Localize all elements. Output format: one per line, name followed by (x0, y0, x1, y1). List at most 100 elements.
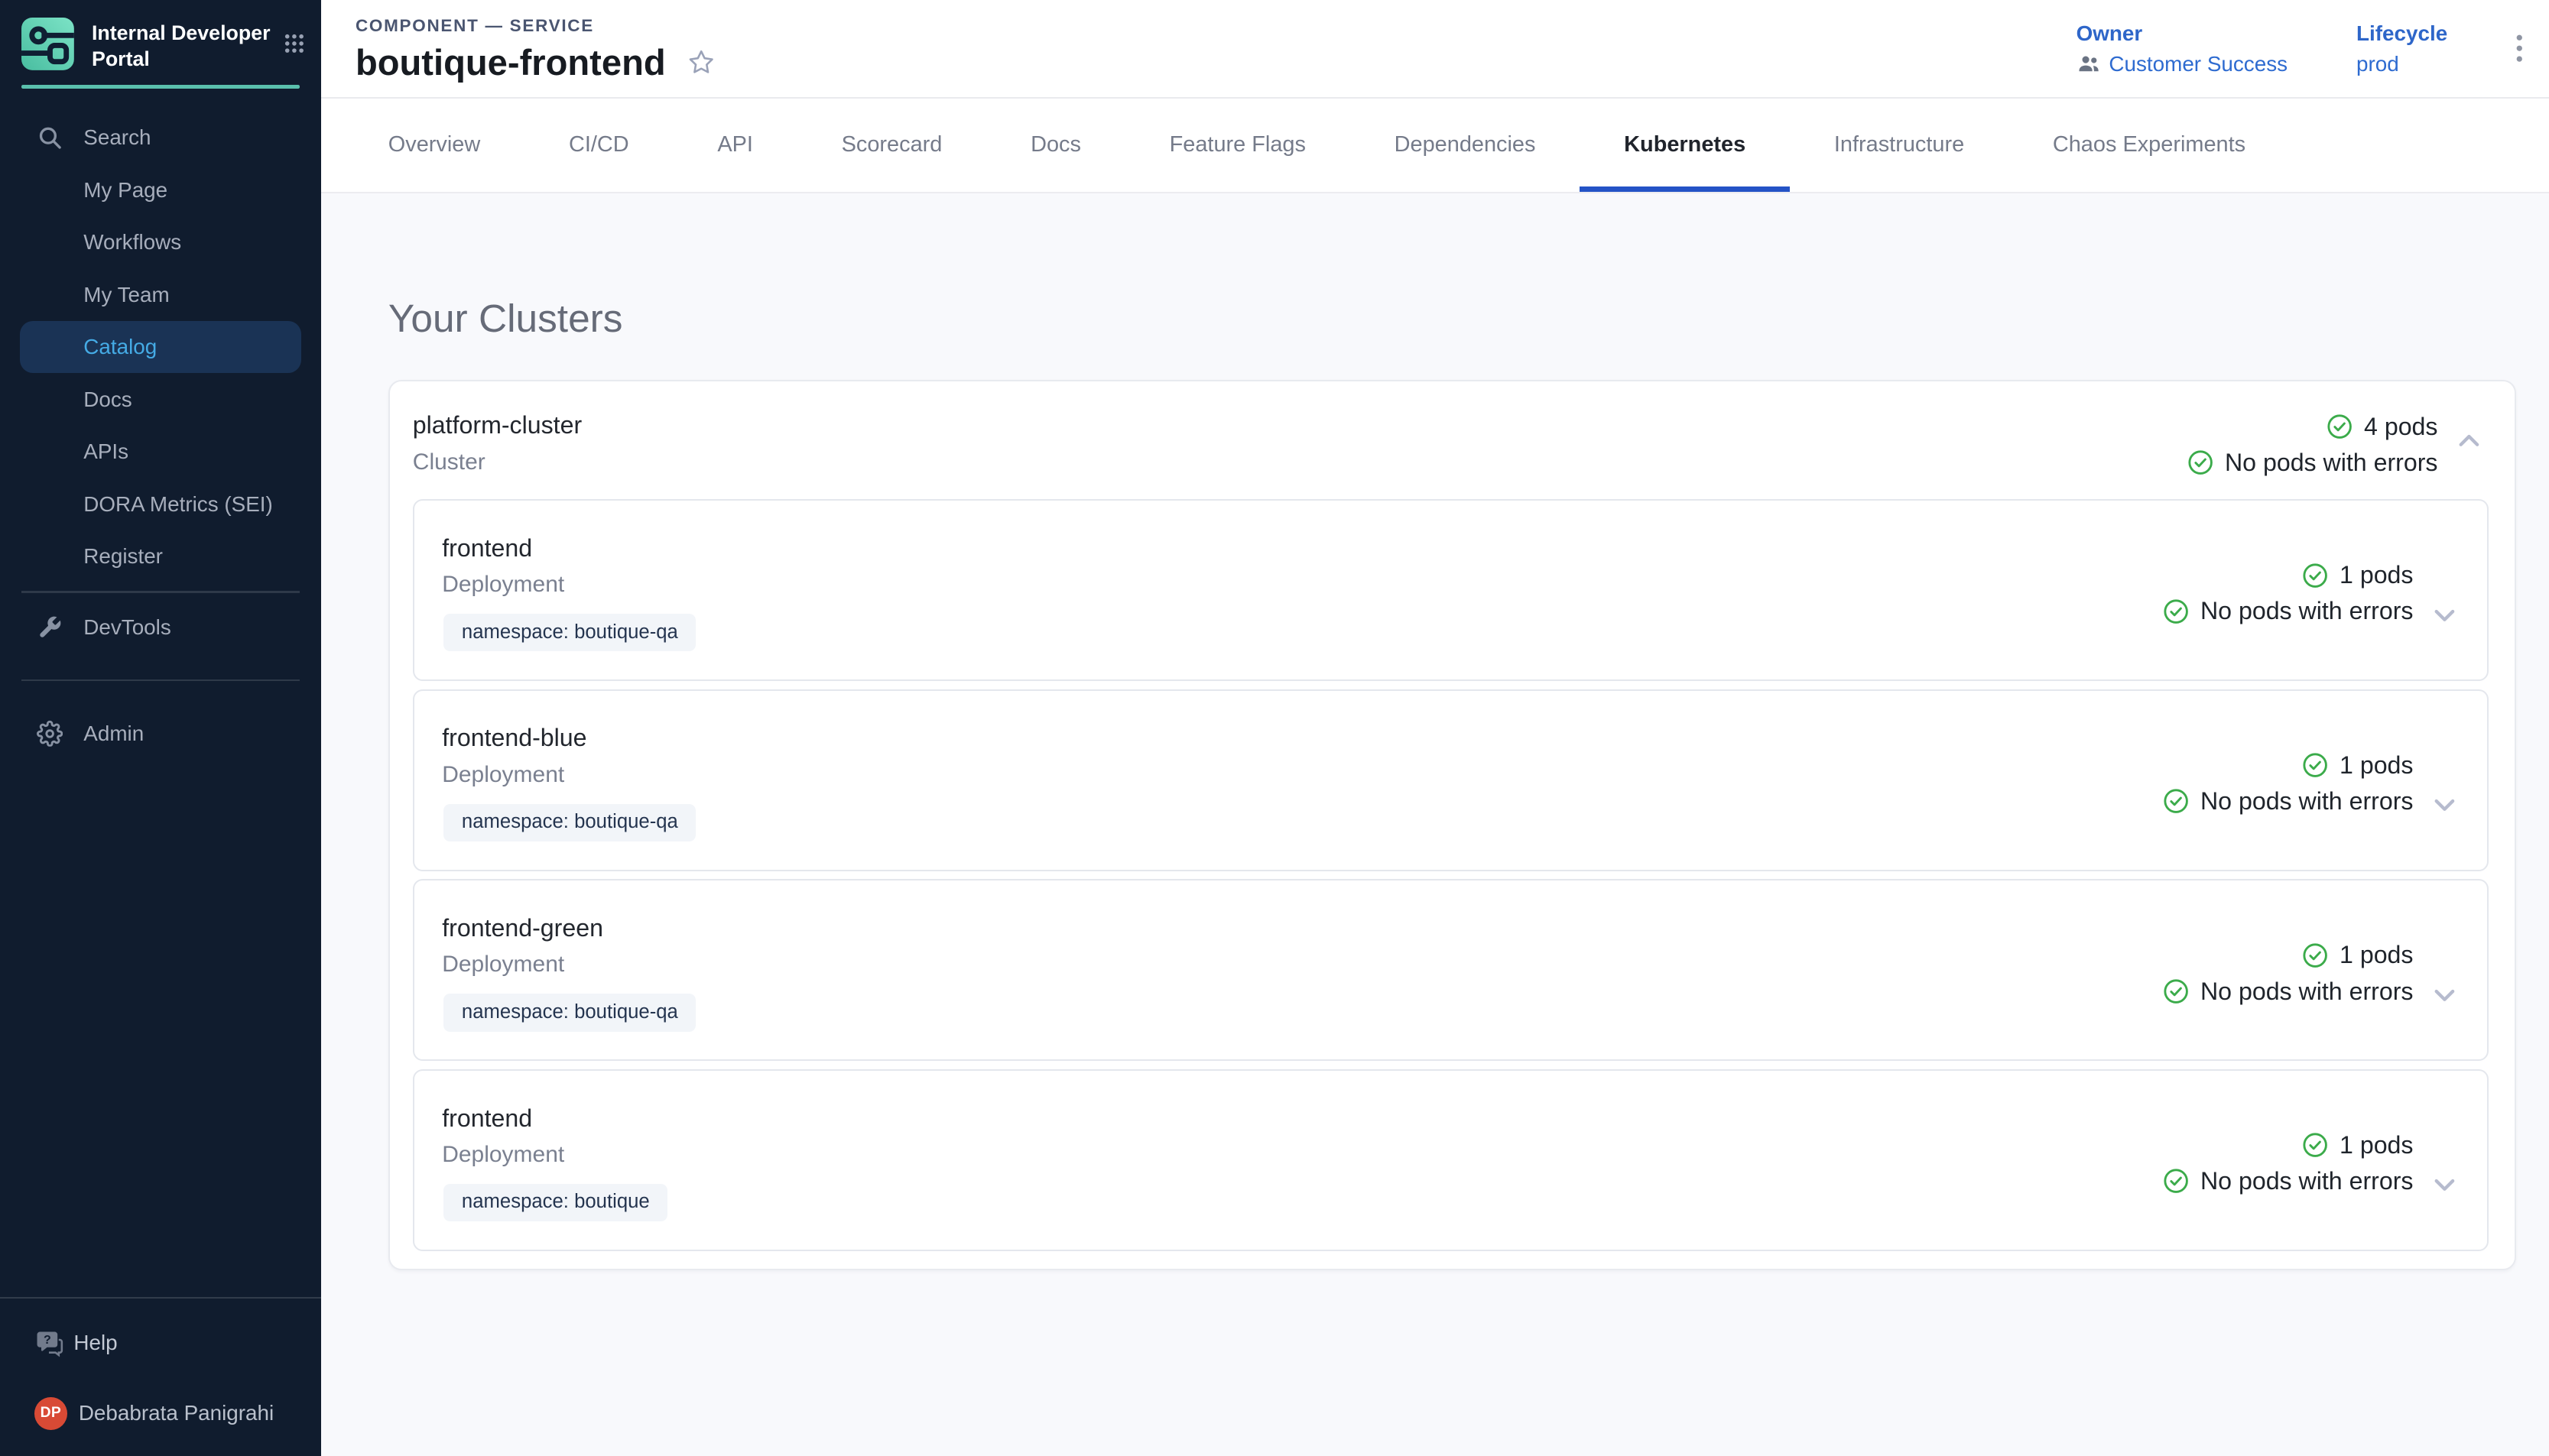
clusters-heading: Your Clusters (388, 295, 2516, 341)
owner-link[interactable]: Customer Success (2109, 52, 2288, 76)
cluster-pods-count: 4 pods (2364, 410, 2437, 444)
workload-name: frontend (442, 530, 2162, 566)
namespace-chip: namespace: boutique-qa (443, 614, 696, 651)
owner-label: Owner (2077, 21, 2288, 46)
sidebar-item-label: DevTools (83, 615, 171, 640)
sidebar-item-my-page[interactable]: My Page (0, 164, 321, 216)
sidebar-item-label: APIs (83, 439, 128, 464)
search-icon (36, 124, 63, 151)
entity-header: COMPONENT — SERVICE boutique-frontend Ow… (321, 0, 2549, 99)
sidebar-item-label: Workflows (83, 230, 181, 255)
workload-row[interactable]: frontend-blue Deployment namespace: bout… (413, 689, 2489, 871)
user-avatar: DP (34, 1397, 67, 1430)
entity-header-left: COMPONENT — SERVICE boutique-frontend (356, 13, 2077, 96)
entity-kind-breadcrumb: COMPONENT — SERVICE (356, 16, 2077, 36)
workload-errors-status: No pods with errors (2200, 974, 2414, 1009)
gear-icon (36, 720, 63, 747)
sidebar: Internal Developer Portal Search My Pa (0, 0, 321, 1456)
workload-pods-count: 1 pods (2340, 558, 2413, 592)
workload-row[interactable]: frontend Deployment namespace: boutique … (413, 1069, 2489, 1251)
sidebar-item-workflows[interactable]: Workflows (0, 216, 321, 269)
kubernetes-content: Your Clusters platform-cluster Cluster 4… (321, 193, 2549, 1456)
tab-infrastructure[interactable]: Infrastructure (1790, 99, 2008, 192)
apps-grid-icon[interactable] (284, 31, 305, 61)
lifecycle-value: prod (2356, 52, 2399, 76)
tab-kubernetes[interactable]: Kubernetes (1580, 99, 1790, 192)
cluster-name: platform-cluster (413, 407, 2187, 443)
entity-tabbar: Overview CI/CD API Scorecard Docs Featur… (321, 99, 2549, 193)
sidebar-divider (21, 679, 300, 681)
app-logo-icon (20, 16, 76, 72)
chevron-down-icon[interactable] (2428, 789, 2461, 822)
sidebar-item-admin[interactable]: Admin (0, 708, 321, 760)
sidebar-item-label: Admin (83, 722, 144, 746)
sidebar-item-catalog[interactable]: Catalog (20, 321, 302, 374)
workload-errors-status: No pods with errors (2200, 1164, 2414, 1198)
sidebar-item-apis[interactable]: APIs (0, 426, 321, 478)
sidebar-item-register[interactable]: Register (0, 530, 321, 583)
chevron-up-icon[interactable] (2453, 424, 2486, 457)
sidebar-nav: Search My Page Workflows My Team Catalog… (0, 89, 321, 760)
workload-errors-status: No pods with errors (2200, 594, 2414, 628)
cluster-errors-status: No pods with errors (2225, 446, 2438, 480)
tab-api[interactable]: API (674, 99, 797, 192)
sidebar-item-docs[interactable]: Docs (0, 373, 321, 426)
check-circle-icon (2302, 942, 2328, 968)
sidebar-item-label: Search (83, 125, 151, 150)
chevron-down-icon[interactable] (2428, 599, 2461, 632)
favorite-star-icon[interactable] (687, 48, 715, 76)
app-title: Internal Developer Portal (92, 20, 284, 73)
check-circle-icon (2302, 752, 2328, 778)
chevron-down-icon[interactable] (2428, 1169, 2461, 1201)
workload-pods-count: 1 pods (2340, 938, 2413, 972)
sidebar-item-dora-metrics[interactable]: DORA Metrics (SEI) (0, 478, 321, 531)
users-icon (2077, 52, 2101, 76)
help-chat-icon: ? (34, 1328, 64, 1358)
tab-cicd[interactable]: CI/CD (524, 99, 673, 192)
owner-block: Owner Customer Success (2077, 21, 2288, 77)
workload-type: Deployment (442, 566, 2162, 602)
cluster-type: Cluster (413, 444, 2187, 480)
main-area: COMPONENT — SERVICE boutique-frontend Ow… (321, 0, 2549, 1456)
workload-errors-status: No pods with errors (2200, 784, 2414, 819)
sidebar-item-label: My Team (83, 283, 169, 307)
chevron-down-icon[interactable] (2428, 979, 2461, 1012)
tab-docs[interactable]: Docs (986, 99, 1125, 192)
wrench-icon (36, 613, 63, 640)
workload-type: Deployment (442, 946, 2162, 982)
sidebar-item-devtools[interactable]: DevTools (0, 601, 321, 653)
tab-chaos-experiments[interactable]: Chaos Experiments (2008, 99, 2290, 192)
workload-name: frontend-green (442, 910, 2162, 946)
lifecycle-label: Lifecycle (2356, 21, 2447, 46)
sidebar-divider (21, 591, 300, 592)
workload-row[interactable]: frontend-green Deployment namespace: bou… (413, 879, 2489, 1061)
kebab-menu-icon[interactable] (2516, 34, 2523, 62)
tab-dependencies[interactable]: Dependencies (1350, 99, 1580, 192)
sidebar-header: Internal Developer Portal (0, 0, 321, 82)
tab-overview[interactable]: Overview (344, 99, 524, 192)
svg-text:?: ? (44, 1333, 51, 1347)
sidebar-item-my-team[interactable]: My Team (0, 268, 321, 321)
check-circle-icon (2163, 978, 2189, 1004)
help-label: Help (73, 1331, 117, 1355)
check-circle-icon (2327, 413, 2353, 439)
user-menu[interactable]: DP Debabrata Panigrahi (0, 1397, 321, 1430)
check-circle-icon (2163, 1168, 2189, 1194)
namespace-chip: namespace: boutique-qa (443, 804, 696, 841)
workload-name: frontend-blue (442, 720, 2162, 756)
tab-scorecard[interactable]: Scorecard (797, 99, 986, 192)
help-button[interactable]: ? Help (0, 1325, 321, 1360)
check-circle-icon (2163, 788, 2189, 814)
namespace-chip: namespace: boutique-qa (443, 994, 696, 1031)
namespace-chip: namespace: boutique (443, 1184, 667, 1221)
cluster-header-row[interactable]: platform-cluster Cluster 4 pods (390, 381, 2515, 499)
tab-feature-flags[interactable]: Feature Flags (1125, 99, 1350, 192)
sidebar-item-search[interactable]: Search (0, 112, 321, 164)
workload-row[interactable]: frontend Deployment namespace: boutique-… (413, 499, 2489, 681)
workload-type: Deployment (442, 1137, 2162, 1172)
workload-pods-count: 1 pods (2340, 748, 2413, 783)
cluster-card: platform-cluster Cluster 4 pods (388, 380, 2516, 1270)
sidebar-footer: ? Help DP Debabrata Panigrahi (0, 1297, 321, 1456)
sidebar-item-label: Catalog (83, 335, 157, 359)
workload-name: frontend (442, 1101, 2162, 1137)
